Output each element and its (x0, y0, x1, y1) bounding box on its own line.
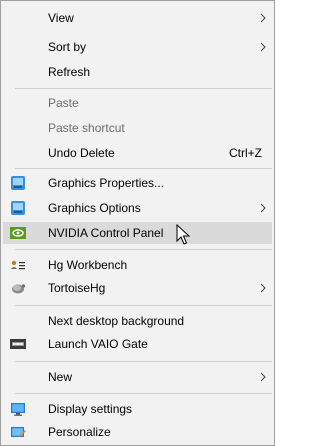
intel-graphics-icon (11, 176, 25, 190)
tortoisehg-icon (12, 284, 26, 294)
menu-item-label: TortoiseHg (48, 281, 106, 295)
menu-item-paste[interactable]: Paste (3, 92, 272, 114)
menu-item-next-desktop-background[interactable]: Next desktop background (3, 310, 272, 332)
chevron-right-icon (260, 283, 266, 293)
vaio-gate-icon (10, 339, 26, 349)
menu-item-personalize[interactable]: Personalize (3, 421, 272, 443)
hg-workbench-icon (11, 260, 25, 270)
menu-item-label: Refresh (48, 65, 91, 79)
menu-item-label: Graphics Properties... (48, 176, 165, 190)
intel-graphics-icon (11, 201, 25, 215)
menu-item-graphics-properties[interactable]: Graphics Properties... (3, 172, 272, 194)
chevron-right-icon (260, 203, 266, 213)
menu-item-label: Undo Delete (48, 146, 115, 160)
personalize-icon (11, 427, 26, 437)
menu-item-tortoisehg[interactable]: TortoiseHg (3, 277, 272, 299)
menu-item-label: Graphics Options (48, 201, 141, 215)
desktop-context-menu: View Sort by Refresh Paste Paste shortcu… (0, 0, 275, 446)
menu-separator (15, 393, 272, 394)
shortcut-text: Ctrl+Z (229, 146, 262, 160)
menu-item-label: View (48, 11, 74, 25)
menu-item-undo-delete[interactable]: Undo Delete Ctrl+Z (3, 142, 272, 164)
menu-separator (15, 88, 272, 89)
display-settings-icon (11, 403, 25, 416)
chevron-right-icon (260, 42, 266, 52)
menu-item-label: NVIDIA Control Panel (48, 226, 164, 240)
menu-item-label: Display settings (48, 402, 133, 416)
menu-item-graphics-options[interactable]: Graphics Options (3, 197, 272, 219)
menu-separator (15, 249, 272, 250)
menu-item-hg-workbench[interactable]: Hg Workbench (3, 254, 272, 276)
chevron-right-icon (260, 372, 266, 382)
menu-item-label: Next desktop background (48, 314, 185, 328)
mouse-cursor-icon (176, 224, 190, 245)
menu-item-new[interactable]: New (3, 366, 272, 388)
menu-item-paste-shortcut[interactable]: Paste shortcut (3, 117, 272, 139)
menu-item-label: New (48, 370, 73, 384)
menu-item-display-settings[interactable]: Display settings (3, 398, 272, 420)
menu-separator (15, 168, 272, 169)
menu-item-label: Hg Workbench (48, 258, 128, 272)
menu-item-label: Sort by (48, 40, 87, 54)
menu-separator (15, 305, 272, 306)
chevron-right-icon (260, 13, 266, 23)
menu-item-label: Paste shortcut (48, 121, 125, 135)
menu-separator (15, 361, 272, 362)
menu-item-nvidia-control-panel[interactable]: NVIDIA Control Panel (3, 222, 272, 244)
menu-item-label: Personalize (48, 425, 111, 439)
menu-item-view[interactable]: View (3, 7, 272, 29)
menu-item-label: Launch VAIO Gate (48, 337, 148, 351)
menu-item-refresh[interactable]: Refresh (3, 61, 272, 83)
nvidia-icon (10, 227, 26, 239)
menu-item-label: Paste (48, 96, 79, 110)
menu-item-launch-vaio-gate[interactable]: Launch VAIO Gate (3, 333, 272, 355)
menu-item-sort-by[interactable]: Sort by (3, 36, 272, 58)
